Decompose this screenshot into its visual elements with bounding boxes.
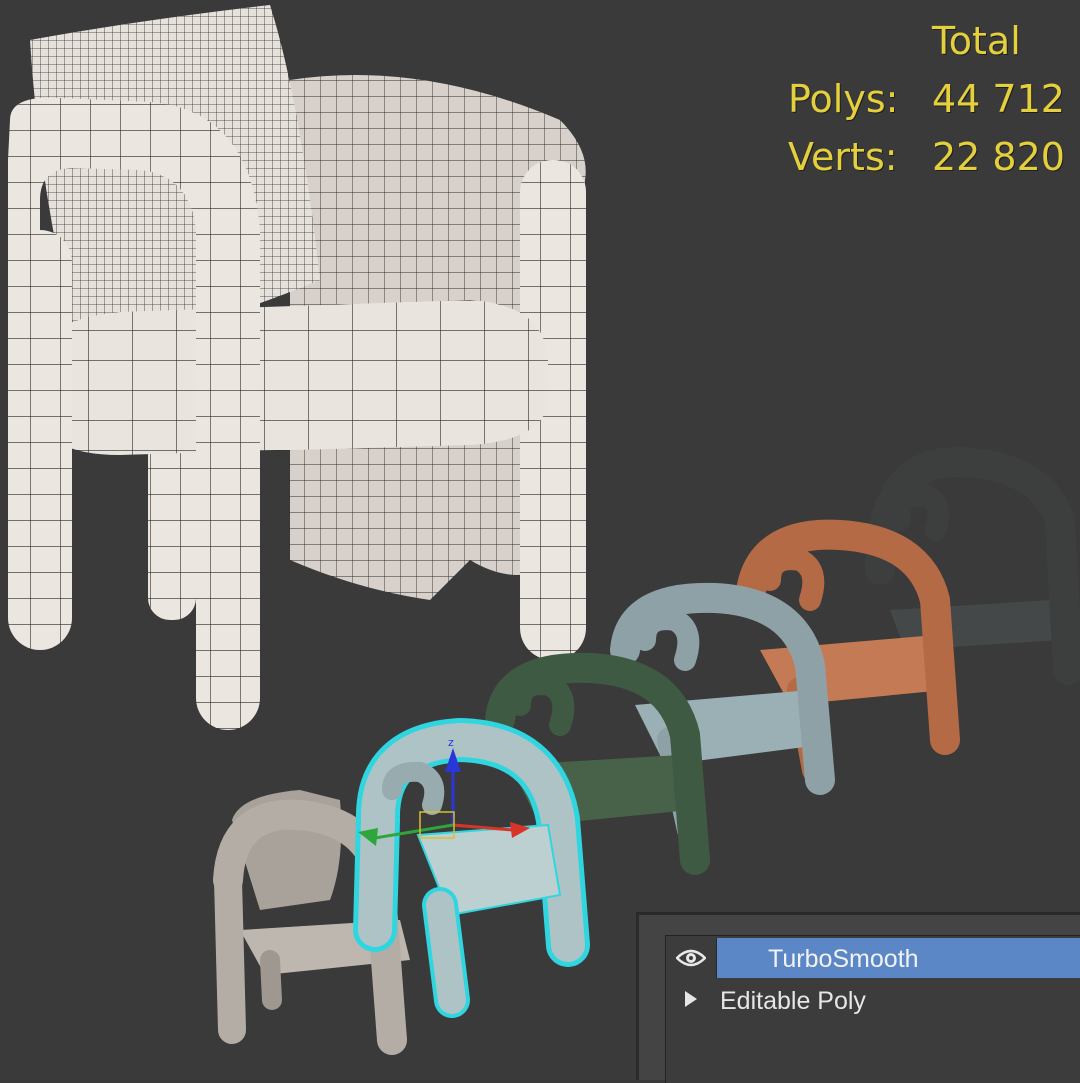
wireframe-chair[interactable] (8, 5, 586, 730)
total-label: Total (932, 19, 1021, 63)
modifier-item-editable-poly[interactable]: Editable Poly (666, 980, 1080, 1020)
svg-text:z: z (448, 736, 454, 749)
eye-icon (676, 949, 706, 967)
modifier-label: TurboSmooth (768, 945, 919, 973)
polys-label: Polys: (788, 77, 899, 121)
visibility-toggle[interactable] (666, 938, 717, 978)
verts-value: 22 820 (932, 135, 1065, 179)
pale-blue-chair[interactable] (353, 717, 590, 1018)
modifier-item-turbosmooth[interactable]: TurboSmooth (666, 938, 1080, 978)
statistics-overlay: Total Polys: 44 712 Verts: 22 820 (780, 18, 1070, 188)
verts-label: Verts: (788, 135, 898, 179)
modifier-list: TurboSmooth Editable Poly (665, 935, 1080, 1083)
expand-arrow-icon[interactable] (684, 989, 698, 1009)
modifier-label: Editable Poly (720, 987, 866, 1015)
polys-value: 44 712 (932, 77, 1065, 121)
modifier-stack-panel: TurboSmooth Editable Poly (636, 912, 1080, 1083)
